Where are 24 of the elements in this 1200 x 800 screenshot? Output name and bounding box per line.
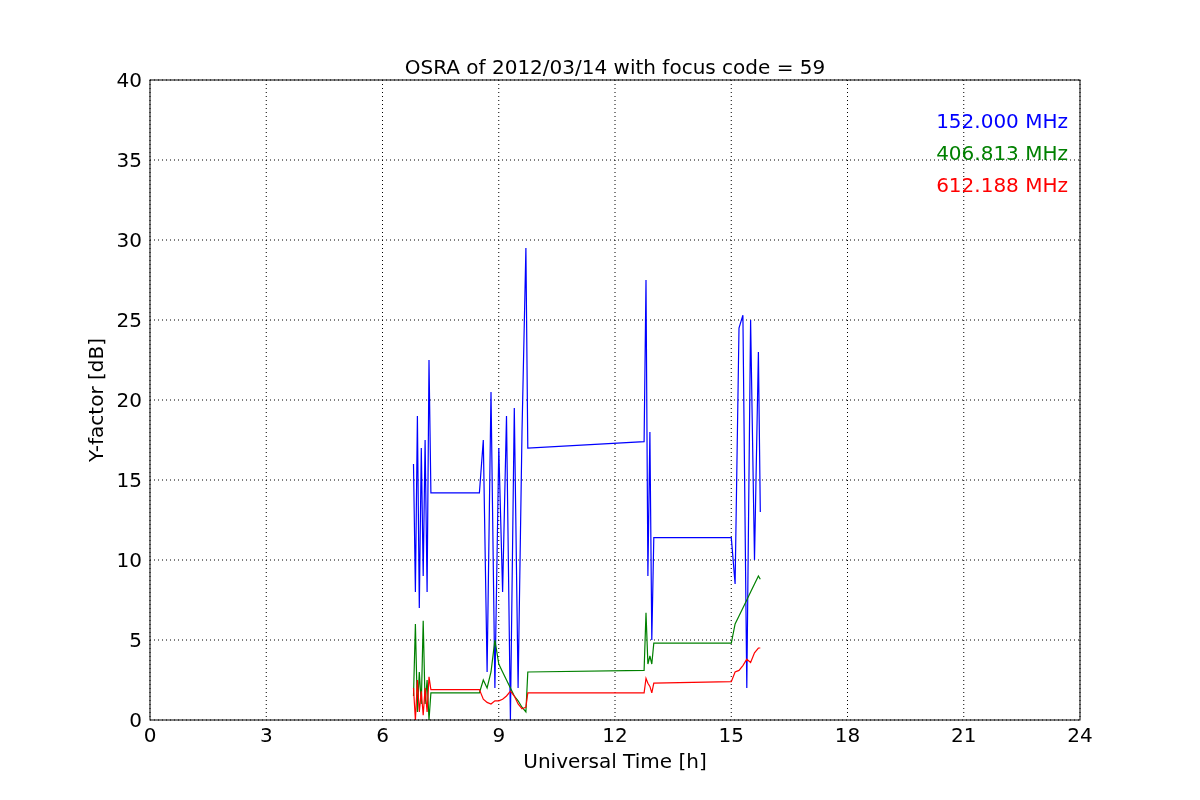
x-tick-label: 0 (143, 723, 157, 747)
y-axis-title: Y-factor [dB] (84, 338, 108, 462)
y-tick-label: 30 (116, 228, 142, 252)
chart-title: OSRA of 2012/03/14 with focus code = 59 (404, 55, 826, 79)
x-tick-label: 24 (1067, 723, 1093, 747)
x-tick-label: 9 (492, 723, 506, 747)
y-tick-label: 10 (116, 548, 142, 572)
x-tick-label: 21 (951, 723, 977, 747)
legend-label: 612.188 MHz (936, 173, 1068, 197)
x-tick-label: 15 (718, 723, 744, 747)
x-tick-label: 18 (834, 723, 861, 747)
y-tick-label: 40 (116, 68, 142, 92)
x-tick-label: 6 (376, 723, 389, 747)
y-tick-label: 5 (129, 628, 142, 652)
y-tick-label: 25 (116, 308, 142, 332)
x-tick-label: 12 (602, 723, 628, 747)
y-tick-label: 20 (116, 388, 142, 412)
y-tick-label: 15 (116, 468, 142, 492)
y-tick-label: 0 (129, 708, 142, 732)
x-axis-title: Universal Time [h] (523, 749, 707, 773)
x-tick-label: 3 (259, 723, 273, 747)
legend-label: 406.813 MHz (936, 141, 1068, 165)
legend-label: 152.000 MHz (936, 109, 1068, 133)
y-tick-label: 35 (116, 148, 142, 172)
